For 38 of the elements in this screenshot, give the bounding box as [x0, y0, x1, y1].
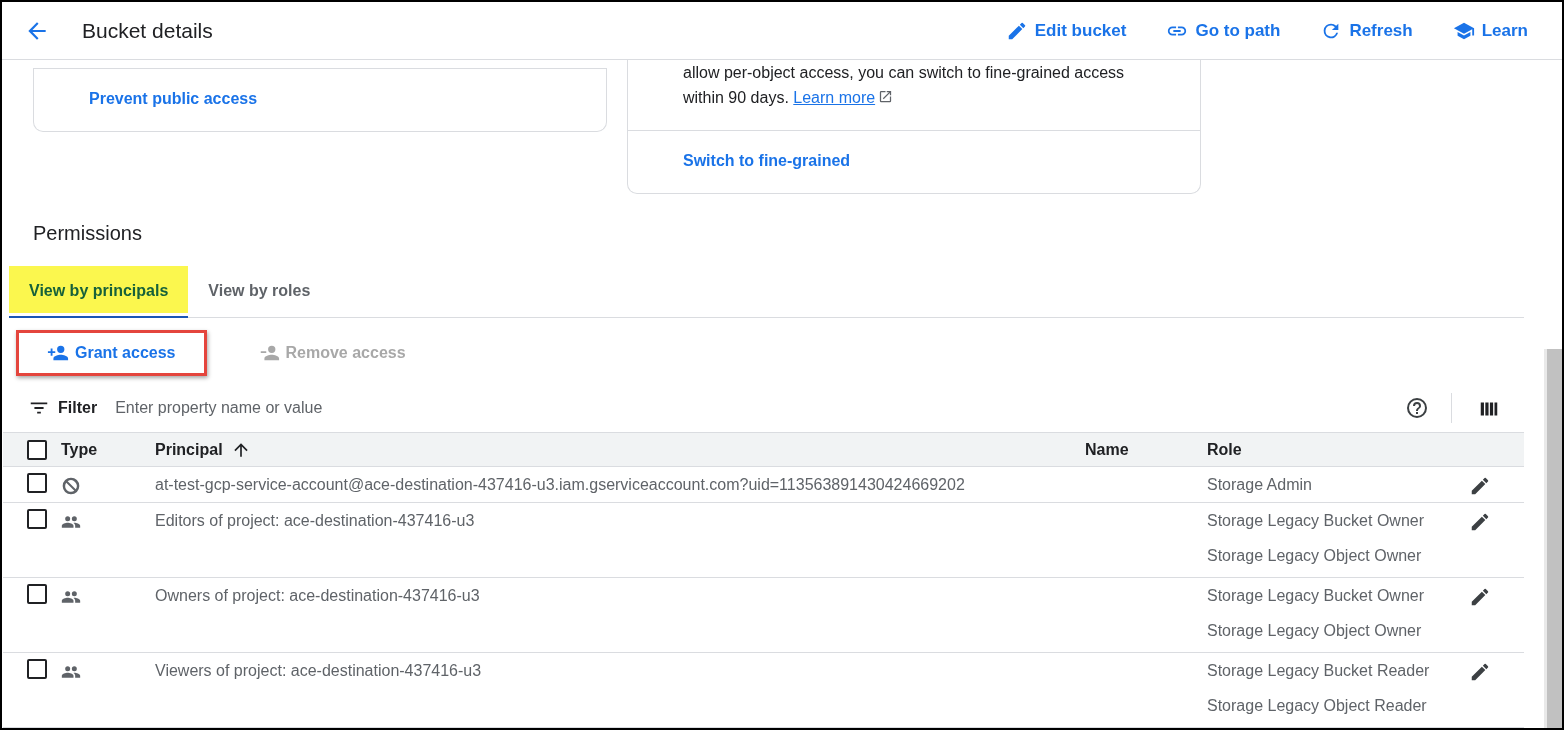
table-cell: Storage Legacy Bucket Reader — [1207, 662, 1430, 679]
table-cell: at-test-gcp-service-account@ace-destination-437416-u3.iam.gserviceaccount.com?uid=113563891430424669202 — [155, 476, 965, 493]
column-header[interactable]: Name — [1085, 437, 1129, 462]
checkbox[interactable] — [27, 584, 47, 604]
header-action-button[interactable]: Learn — [1452, 17, 1528, 44]
tab[interactable]: View by principals — [9, 266, 189, 318]
prevent-public-access-link[interactable]: Prevent public access — [89, 87, 258, 111]
column-header[interactable]: Type — [61, 437, 98, 462]
checkbox[interactable] — [27, 659, 47, 679]
help-button[interactable] — [1405, 395, 1429, 421]
column-header[interactable]: Principal — [155, 437, 251, 462]
table-cell: Editors of project: ace-destination-437416-u3 — [155, 512, 475, 529]
tab[interactable]: View by roles — [188, 266, 331, 318]
table-cell: Storage Legacy Bucket Owner — [1207, 512, 1424, 529]
scrollbar[interactable] — [1544, 349, 1562, 728]
external-link-icon — [878, 89, 894, 104]
page-title: Bucket details — [82, 17, 213, 44]
header-action-button[interactable]: Go to path — [1166, 17, 1281, 44]
toolbar-button[interactable]: Grant access — [16, 330, 207, 376]
learn-more-link[interactable]: Learn more — [793, 89, 876, 106]
table-cell: Storage Legacy Object Owner — [1207, 622, 1422, 639]
table-cell: Viewers of project: ace-destination-437416-u3 — [155, 662, 482, 679]
section-title: Permissions — [33, 221, 143, 246]
table-cell: Storage Legacy Object Owner — [1207, 547, 1422, 564]
card-description: allow per-object access, you can switch to fine-grained access within 90 days. Learn more — [682, 63, 1126, 108]
checkbox[interactable] — [27, 473, 47, 493]
checkbox[interactable] — [27, 439, 47, 460]
table-cell: Storage Legacy Bucket Owner — [1207, 587, 1424, 604]
table-cell: Owners of project: ace-destination-437416-u3 — [155, 587, 480, 604]
switch-access-link[interactable]: Switch to fine-grained — [683, 149, 851, 173]
column-header[interactable]: Role — [1207, 437, 1242, 462]
checkbox[interactable] — [27, 509, 47, 529]
header-action-button[interactable]: Refresh — [1320, 17, 1413, 44]
table-cell: Storage Legacy Object Reader — [1207, 697, 1427, 714]
table-cell: Storage Admin — [1207, 476, 1312, 493]
filter-label: Filter — [58, 398, 98, 418]
help-icon — [1405, 396, 1429, 421]
header-action-button[interactable]: Edit bucket — [1005, 17, 1127, 44]
